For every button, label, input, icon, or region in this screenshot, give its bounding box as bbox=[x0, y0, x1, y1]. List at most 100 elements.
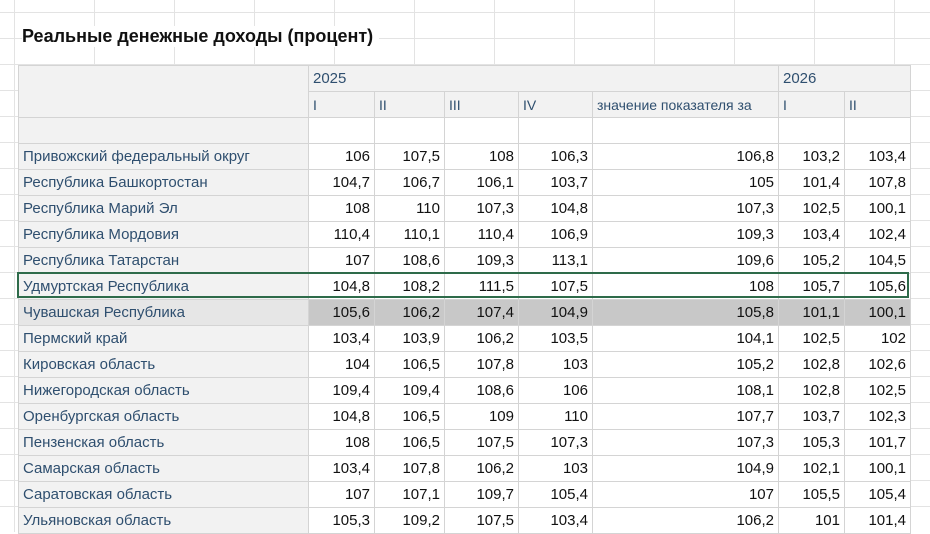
table-row[interactable]: Пермский край 103,4 103,9 106,2 103,5 104,1 10… bbox=[18, 325, 911, 352]
value-cell[interactable]: 105,6 bbox=[844, 273, 911, 300]
table-row[interactable]: Оренбургская область 104,8 106,5 109 110 107,… bbox=[18, 403, 911, 430]
value-cell[interactable]: 105,3 bbox=[778, 429, 845, 456]
value-cell[interactable]: 106,1 bbox=[444, 169, 519, 196]
table-row[interactable]: Чувашская Республика 105,6 106,2 107,4 104,9… bbox=[18, 299, 911, 326]
value-cell[interactable]: 103,4 bbox=[778, 221, 845, 248]
table-row[interactable]: Республика Мордовия 110,4 110,1 110,4 106,9 1… bbox=[18, 221, 911, 248]
value-cell[interactable]: 107,3 bbox=[444, 195, 519, 222]
row-label-cell[interactable]: Чувашская Республика bbox=[18, 299, 309, 326]
value-cell[interactable]: 107,3 bbox=[592, 195, 779, 222]
value-cell[interactable]: 107,7 bbox=[592, 403, 779, 430]
value-cell[interactable]: 103 bbox=[518, 455, 593, 482]
value-cell[interactable]: 106,2 bbox=[444, 325, 519, 352]
value-cell[interactable]: 105,5 bbox=[778, 481, 845, 508]
value-cell[interactable]: 109,4 bbox=[374, 377, 445, 404]
value-cell[interactable]: 102,5 bbox=[778, 195, 845, 222]
value-cell[interactable]: 104,9 bbox=[592, 455, 779, 482]
value-cell[interactable]: 104,9 bbox=[518, 299, 593, 326]
value-cell[interactable]: 108,6 bbox=[374, 247, 445, 274]
table-row[interactable]: Привожский федеральный округ 106 107,5 108 1… bbox=[18, 143, 911, 170]
value-cell[interactable]: 106,2 bbox=[374, 299, 445, 326]
value-cell[interactable]: 107,5 bbox=[374, 143, 445, 170]
value-cell[interactable]: 106 bbox=[308, 143, 375, 170]
value-cell[interactable]: 102,5 bbox=[844, 377, 911, 404]
value-cell[interactable]: 107,5 bbox=[444, 429, 519, 456]
value-cell[interactable]: 113,1 bbox=[518, 247, 593, 274]
value-cell[interactable]: 106,5 bbox=[374, 351, 445, 378]
value-cell[interactable]: 107,4 bbox=[444, 299, 519, 326]
row-label-cell[interactable]: Удмуртская Республика bbox=[18, 273, 309, 300]
value-cell[interactable]: 107 bbox=[592, 481, 779, 508]
value-cell[interactable]: 106,9 bbox=[518, 221, 593, 248]
period-header-cell[interactable]: II bbox=[844, 91, 911, 118]
value-cell[interactable]: 107 bbox=[308, 247, 375, 274]
value-cell[interactable]: 107,8 bbox=[374, 455, 445, 482]
table-row[interactable]: Удмуртская Республика 104,8 108,2 111,5 107,… bbox=[18, 273, 911, 300]
value-cell[interactable]: 108 bbox=[444, 143, 519, 170]
value-cell[interactable]: 103,4 bbox=[844, 143, 911, 170]
value-cell[interactable]: 109,6 bbox=[592, 247, 779, 274]
value-cell[interactable]: 107,8 bbox=[444, 351, 519, 378]
value-cell[interactable]: 102,3 bbox=[844, 403, 911, 430]
value-cell[interactable]: 101,1 bbox=[778, 299, 845, 326]
value-cell[interactable]: 103,7 bbox=[518, 169, 593, 196]
value-cell[interactable]: 111,5 bbox=[444, 273, 519, 300]
row-label-cell[interactable]: Пензенская область bbox=[18, 429, 309, 456]
value-cell[interactable]: 103,4 bbox=[308, 325, 375, 352]
value-cell[interactable]: 105,8 bbox=[592, 299, 779, 326]
table-row[interactable]: Кировская область 104 106,5 107,8 103 105,2 10… bbox=[18, 351, 911, 378]
value-cell[interactable]: 109,7 bbox=[444, 481, 519, 508]
value-cell[interactable]: 109,2 bbox=[374, 507, 445, 534]
value-cell[interactable]: 109,3 bbox=[444, 247, 519, 274]
value-cell[interactable]: 101 bbox=[778, 507, 845, 534]
value-cell[interactable]: 109,4 bbox=[308, 377, 375, 404]
value-cell[interactable]: 106,2 bbox=[592, 507, 779, 534]
value-cell[interactable]: 103,4 bbox=[308, 455, 375, 482]
value-cell[interactable]: 100,1 bbox=[844, 299, 911, 326]
table-row[interactable]: Ульяновская область 105,3 109,2 107,5 103,4 1… bbox=[18, 507, 911, 534]
value-cell[interactable]: 105,4 bbox=[518, 481, 593, 508]
value-cell[interactable]: 107,5 bbox=[444, 507, 519, 534]
value-cell[interactable]: 108 bbox=[308, 429, 375, 456]
table-row[interactable]: Пензенская область 108 106,5 107,5 107,3 107,… bbox=[18, 429, 911, 456]
table-row[interactable]: Республика Татарстан 107 108,6 109,3 113,1 10… bbox=[18, 247, 911, 274]
value-cell[interactable]: 104,8 bbox=[308, 403, 375, 430]
value-cell[interactable]: 101,4 bbox=[844, 507, 911, 534]
value-cell[interactable]: 107,1 bbox=[374, 481, 445, 508]
value-cell[interactable]: 103,9 bbox=[374, 325, 445, 352]
value-cell[interactable]: 109,3 bbox=[592, 221, 779, 248]
value-cell[interactable]: 104 bbox=[308, 351, 375, 378]
value-cell[interactable]: 108 bbox=[592, 273, 779, 300]
year-header-2025[interactable]: 2025 bbox=[308, 65, 779, 92]
value-cell[interactable]: 107 bbox=[308, 481, 375, 508]
row-label-cell[interactable]: Нижегородская область bbox=[18, 377, 309, 404]
value-cell[interactable]: 104,5 bbox=[844, 247, 911, 274]
value-cell[interactable]: 103,7 bbox=[778, 403, 845, 430]
row-label-cell[interactable]: Самарская область bbox=[18, 455, 309, 482]
table-row[interactable]: Республика Башкортостан 104,7 106,7 106,1 10… bbox=[18, 169, 911, 196]
value-cell[interactable]: 104,7 bbox=[308, 169, 375, 196]
value-cell[interactable]: 106,2 bbox=[444, 455, 519, 482]
value-cell[interactable]: 110 bbox=[518, 403, 593, 430]
value-cell[interactable]: 105,2 bbox=[592, 351, 779, 378]
value-cell[interactable]: 101,4 bbox=[778, 169, 845, 196]
value-cell[interactable]: 102,8 bbox=[778, 377, 845, 404]
row-label-cell[interactable]: Республика Татарстан bbox=[18, 247, 309, 274]
value-cell[interactable]: 109 bbox=[444, 403, 519, 430]
value-cell[interactable]: 106,3 bbox=[518, 143, 593, 170]
row-label-cell[interactable]: Республика Башкортостан bbox=[18, 169, 309, 196]
row-label-cell[interactable]: Привожский федеральный округ bbox=[18, 143, 309, 170]
value-cell[interactable]: 110,4 bbox=[308, 221, 375, 248]
period-header-cell[interactable]: IV bbox=[518, 91, 593, 118]
value-cell[interactable]: 105,7 bbox=[778, 273, 845, 300]
row-label-cell[interactable]: Кировская область bbox=[18, 351, 309, 378]
value-cell[interactable]: 105 bbox=[592, 169, 779, 196]
row-label-cell[interactable]: Республика Марий Эл bbox=[18, 195, 309, 222]
value-cell[interactable]: 108 bbox=[308, 195, 375, 222]
value-cell[interactable]: 104,1 bbox=[592, 325, 779, 352]
value-cell[interactable]: 102,1 bbox=[778, 455, 845, 482]
value-cell[interactable]: 102,8 bbox=[778, 351, 845, 378]
value-cell[interactable]: 106,7 bbox=[374, 169, 445, 196]
period-header-cell[interactable]: III bbox=[444, 91, 519, 118]
row-label-cell[interactable]: Оренбургская область bbox=[18, 403, 309, 430]
